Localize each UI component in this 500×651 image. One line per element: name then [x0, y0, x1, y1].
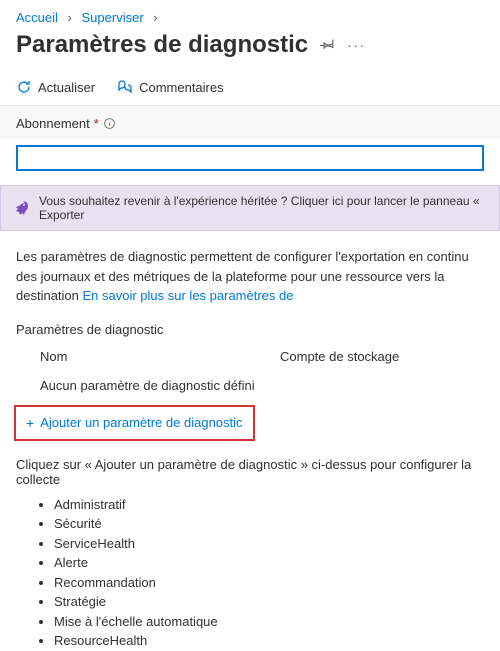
learn-more-link[interactable]: En savoir plus sur les paramètres de	[83, 288, 294, 303]
subscription-section: Abonnement *	[0, 105, 500, 139]
category-item: Sécurité	[54, 514, 500, 534]
add-setting-highlight: + Ajouter un paramètre de diagnostic	[14, 405, 255, 441]
category-item: Recommandation	[54, 573, 500, 593]
category-item: ServiceHealth	[54, 534, 500, 554]
subscription-label-text: Abonnement	[16, 116, 90, 131]
legacy-banner[interactable]: Vous souhaitez revenir à l'expérience hé…	[0, 185, 500, 231]
banner-text: Vous souhaitez revenir à l'expérience hé…	[39, 194, 487, 222]
breadcrumb-monitor[interactable]: Superviser	[82, 10, 144, 25]
category-item: Stratégie	[54, 592, 500, 612]
category-item: Alerte	[54, 553, 500, 573]
table-heading: Paramètres de diagnostic	[16, 322, 484, 337]
table-header: Nom Compte de stockage	[16, 343, 484, 370]
title-row: Paramètres de diagnostic ···	[0, 29, 500, 73]
subscription-dropdown[interactable]	[16, 145, 484, 171]
breadcrumb: Accueil › Superviser ›	[0, 0, 500, 29]
subscription-label: Abonnement *	[16, 116, 484, 131]
add-diagnostic-setting-button[interactable]: + Ajouter un paramètre de diagnostic	[26, 415, 243, 431]
chevron-right-icon: ›	[68, 10, 72, 25]
description: Les paramètres de diagnostic permettent …	[16, 247, 484, 306]
feedback-button[interactable]: Commentaires	[117, 79, 224, 95]
feedback-label: Commentaires	[139, 80, 224, 95]
col-storage: Compte de stockage	[280, 349, 460, 364]
instruction-text: Cliquez sur « Ajouter un paramètre de di…	[0, 445, 500, 491]
chevron-right-icon: ›	[153, 10, 157, 25]
refresh-label: Actualiser	[38, 80, 95, 95]
refresh-button[interactable]: Actualiser	[16, 79, 95, 95]
more-icon[interactable]: ···	[347, 38, 366, 53]
required-asterisk: *	[94, 116, 99, 131]
refresh-icon	[16, 79, 32, 95]
table-empty-row: Aucun paramètre de diagnostic défini	[16, 370, 484, 401]
category-list: AdministratifSécuritéServiceHealthAlerte…	[0, 491, 500, 651]
category-item: Mise à l'échelle automatique	[54, 612, 500, 632]
pin-icon[interactable]	[320, 36, 335, 54]
feedback-icon	[117, 79, 133, 95]
plus-icon: +	[26, 415, 34, 431]
category-item: Administratif	[54, 495, 500, 515]
category-item: ResourceHealth	[54, 631, 500, 651]
toolbar: Actualiser Commentaires	[0, 73, 500, 105]
page-title: Paramètres de diagnostic	[16, 31, 308, 59]
rocket-icon	[13, 200, 29, 216]
info-icon[interactable]	[103, 117, 116, 130]
col-name: Nom	[40, 349, 280, 364]
breadcrumb-home[interactable]: Accueil	[16, 10, 58, 25]
add-label: Ajouter un paramètre de diagnostic	[40, 415, 242, 430]
